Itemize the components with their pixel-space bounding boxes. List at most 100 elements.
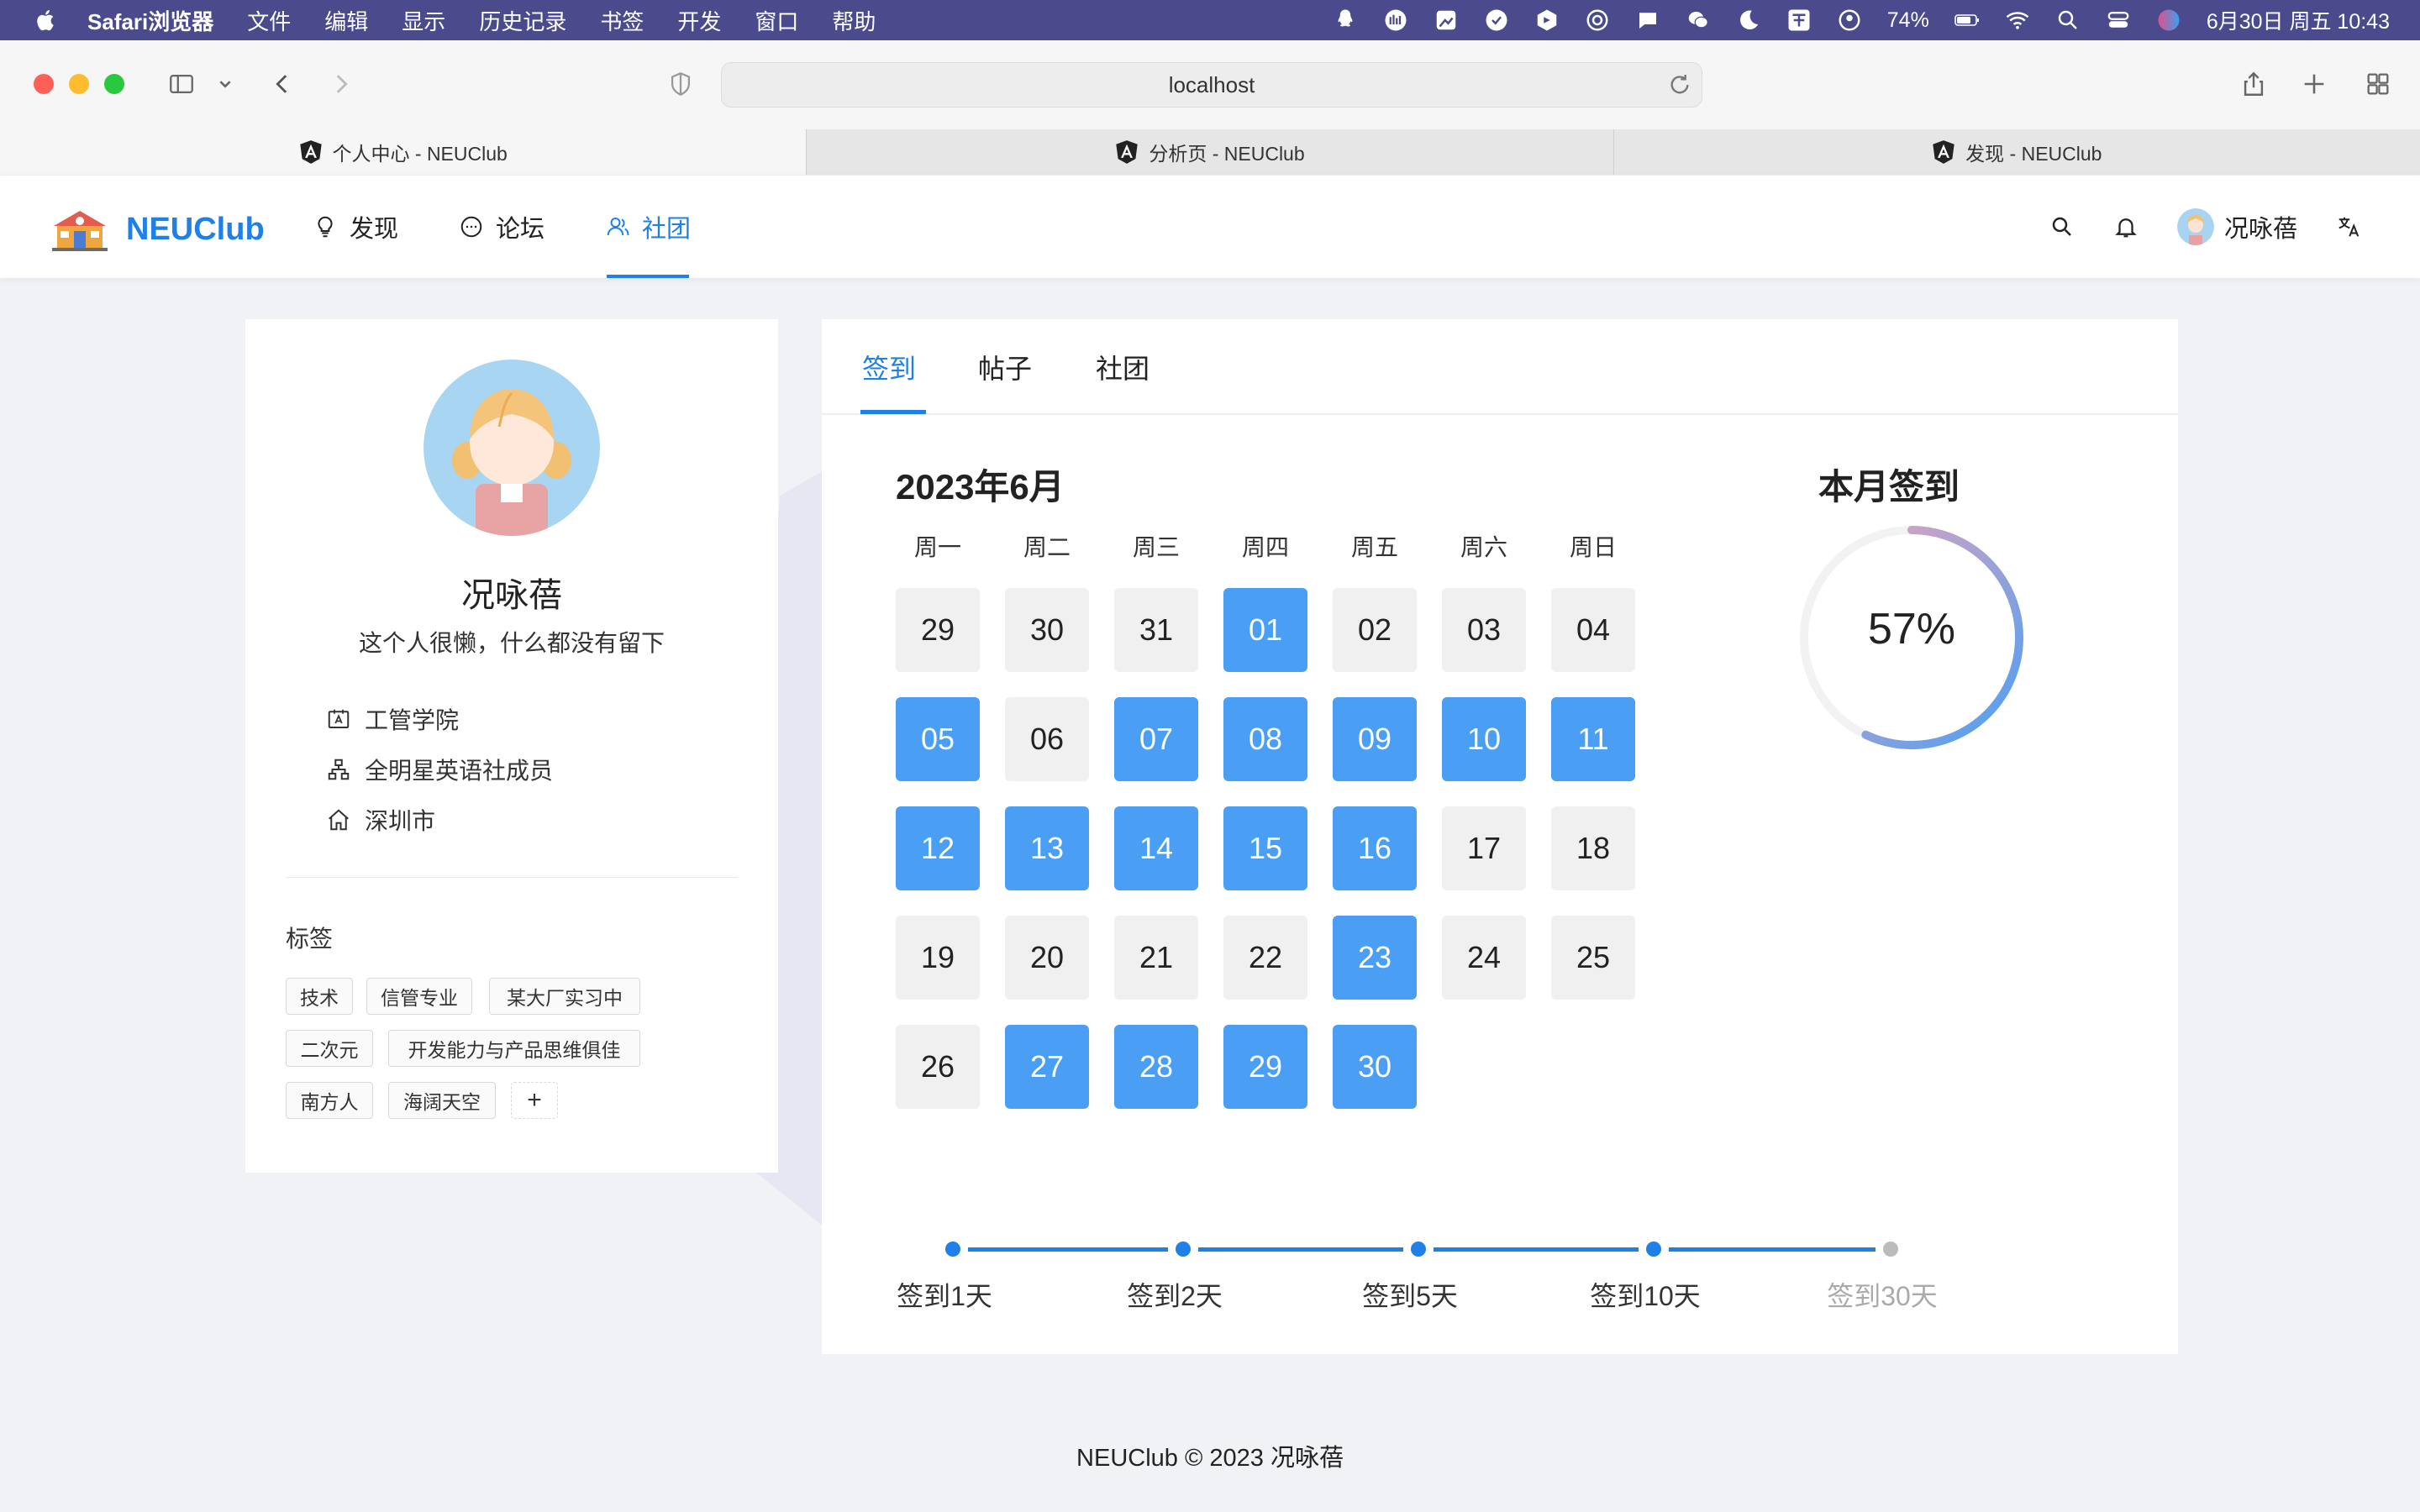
profile-divider <box>286 877 738 878</box>
calendar-day-checked[interactable]: 29 <box>1223 1025 1307 1109</box>
share-icon[interactable] <box>2233 64 2274 104</box>
wechat-icon[interactable] <box>1686 8 1711 33</box>
tag-item[interactable]: 开发能力与产品思维俱佳 <box>388 1030 640 1067</box>
menu-help[interactable]: 帮助 <box>832 5 876 36</box>
minimize-window-button[interactable] <box>69 74 89 94</box>
calendar-day[interactable]: 21 <box>1114 916 1198 1000</box>
sidebar-toggle-icon[interactable] <box>160 64 203 104</box>
calendar-day[interactable]: 18 <box>1551 806 1635 890</box>
hexagon-app-icon[interactable] <box>1534 8 1560 33</box>
calendar-day-checked[interactable]: 15 <box>1223 806 1307 890</box>
input-method-icon[interactable] <box>1786 8 1812 33</box>
spotlight-search-icon[interactable] <box>2055 8 2081 33</box>
search-icon[interactable] <box>2049 214 2075 239</box>
tag-item[interactable]: 某大厂实习中 <box>489 978 640 1015</box>
notification-app-icon[interactable] <box>1635 8 1660 33</box>
tag-item[interactable]: 海阔天空 <box>388 1082 496 1119</box>
nav-club[interactable]: 社团 <box>575 176 721 278</box>
clipboard-app-icon[interactable] <box>1484 8 1509 33</box>
tab-checkin[interactable]: 签到 <box>862 348 916 386</box>
menu-file[interactable]: 文件 <box>247 5 291 36</box>
calendar-day[interactable]: 29 <box>896 588 980 672</box>
browser-tab-analysis[interactable]: 分析页 - NEUClub <box>806 129 1613 175</box>
milestone-dot <box>945 1242 960 1257</box>
tag-item[interactable]: 二次元 <box>286 1030 373 1067</box>
calendar-day[interactable]: 24 <box>1442 916 1526 1000</box>
calendar-day-checked[interactable]: 07 <box>1114 697 1198 781</box>
apple-icon[interactable] <box>34 8 59 33</box>
calendar-day[interactable]: 20 <box>1005 916 1089 1000</box>
calendar-day-checked[interactable]: 12 <box>896 806 980 890</box>
calendar-day-checked[interactable]: 11 <box>1551 697 1635 781</box>
calendar-day-checked[interactable]: 14 <box>1114 806 1198 890</box>
main-nav: 发现 论坛 社团 <box>282 176 721 278</box>
calendar-day[interactable]: 19 <box>896 916 980 1000</box>
privacy-shield-icon[interactable] <box>660 64 701 104</box>
menu-edit[interactable]: 编辑 <box>324 5 368 36</box>
milestone-label: 签到30天 <box>1827 1281 1938 1311</box>
stats-app-icon[interactable] <box>1383 8 1408 33</box>
tab-posts[interactable]: 帖子 <box>978 348 1032 386</box>
browser-tab-profile[interactable]: 个人中心 - NEUClub <box>0 129 807 175</box>
calendar-day-checked[interactable]: 01 <box>1223 588 1307 672</box>
calendar-day[interactable]: 02 <box>1333 588 1417 672</box>
tag-item[interactable]: 南方人 <box>286 1082 373 1119</box>
siri-icon[interactable] <box>2156 8 2181 33</box>
calendar-day-checked[interactable]: 16 <box>1333 806 1417 890</box>
menu-bookmarks[interactable]: 书签 <box>600 5 644 36</box>
calendar-day-checked[interactable]: 28 <box>1114 1025 1198 1109</box>
calendar-day-checked[interactable]: 08 <box>1223 697 1307 781</box>
menu-develop[interactable]: 开发 <box>677 5 721 36</box>
menubar-datetime[interactable]: 6月30日 周五 10:43 <box>2207 5 2390 35</box>
image-app-icon[interactable] <box>1434 8 1459 33</box>
menu-window[interactable]: 窗口 <box>755 5 798 36</box>
new-tab-icon[interactable] <box>2294 64 2334 104</box>
calendar-day-checked[interactable]: 09 <box>1333 697 1417 781</box>
calendar-day-checked[interactable]: 27 <box>1005 1025 1089 1109</box>
reload-icon[interactable] <box>1666 71 1693 98</box>
menu-history[interactable]: 历史记录 <box>479 5 566 36</box>
tag-item[interactable]: 技术 <box>286 978 353 1015</box>
forward-icon[interactable] <box>321 64 361 104</box>
close-window-button[interactable] <box>34 74 54 94</box>
calendar-day[interactable]: 04 <box>1551 588 1635 672</box>
back-icon[interactable] <box>262 64 302 104</box>
bell-icon[interactable] <box>2113 214 2139 239</box>
calendar-day-checked[interactable]: 30 <box>1333 1025 1417 1109</box>
qq-icon[interactable] <box>1333 8 1358 33</box>
sync-app-icon[interactable] <box>1585 8 1610 33</box>
browser-tab-title: 分析页 - NEUClub <box>1149 143 1305 165</box>
address-bar[interactable]: localhost <box>721 62 1702 108</box>
calendar-day-checked[interactable]: 23 <box>1333 916 1417 1000</box>
calendar-day-checked[interactable]: 10 <box>1442 697 1526 781</box>
user-account-icon[interactable] <box>1837 8 1862 33</box>
brand-logo[interactable]: NEUClub <box>52 207 265 251</box>
calendar-day[interactable]: 22 <box>1223 916 1307 1000</box>
chevron-down-icon[interactable] <box>210 64 240 104</box>
control-center-icon[interactable] <box>2106 8 2131 33</box>
zoom-window-button[interactable] <box>104 74 124 94</box>
calendar-day[interactable]: 31 <box>1114 588 1198 672</box>
nav-forum[interactable]: 论坛 <box>429 176 575 278</box>
calendar-day[interactable]: 03 <box>1442 588 1526 672</box>
menu-app-name[interactable]: Safari浏览器 <box>87 5 213 36</box>
tab-clubs[interactable]: 社团 <box>1096 348 1150 386</box>
calendar-day-checked[interactable]: 05 <box>896 697 980 781</box>
browser-tab-discover[interactable]: 发现 - NEUClub <box>1612 129 2420 175</box>
calendar-day[interactable]: 30 <box>1005 588 1089 672</box>
add-tag-button[interactable]: + <box>511 1082 558 1119</box>
calendar-day[interactable]: 06 <box>1005 697 1089 781</box>
user-menu[interactable]: 况咏蓓 <box>2176 208 2297 245</box>
calendar-day-checked[interactable]: 13 <box>1005 806 1089 890</box>
calendar-day[interactable]: 26 <box>896 1025 980 1109</box>
battery-icon[interactable] <box>1954 8 1980 33</box>
tag-item[interactable]: 信管专业 <box>366 978 472 1015</box>
translate-icon[interactable] <box>2336 214 2361 239</box>
wifi-icon[interactable] <box>2005 8 2030 33</box>
tab-overview-icon[interactable] <box>2358 64 2398 104</box>
calendar-day[interactable]: 25 <box>1551 916 1635 1000</box>
nav-discover[interactable]: 发现 <box>282 176 429 278</box>
calendar-day[interactable]: 17 <box>1442 806 1526 890</box>
moon-icon[interactable] <box>1736 8 1761 33</box>
menu-view[interactable]: 显示 <box>402 5 445 36</box>
